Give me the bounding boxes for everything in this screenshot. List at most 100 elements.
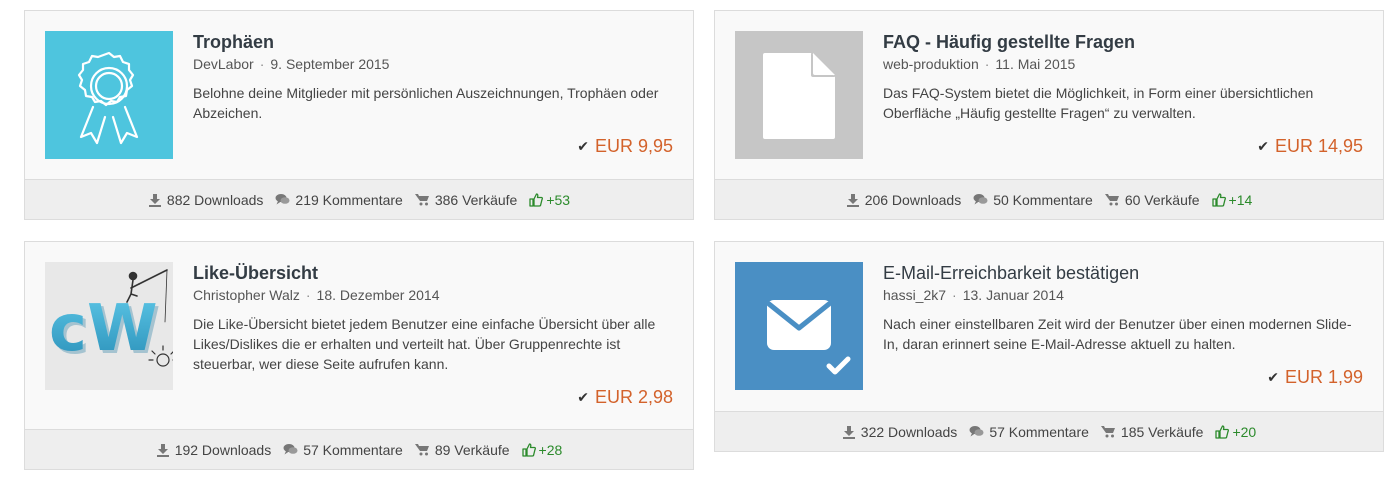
sales-stat: 89 Verkäufe [414, 441, 510, 458]
check-icon: ✔ [1267, 369, 1279, 385]
product-description: Die Like-Übersicht bietet jedem Benutzer… [193, 316, 656, 372]
comments-icon [973, 194, 988, 205]
product-info: FAQ - Häufig gestellte Fragen web-produk… [883, 31, 1363, 123]
price-value: EUR 1,99 [1284, 367, 1363, 387]
product-title[interactable]: Like-Übersicht [193, 262, 673, 284]
product-author[interactable]: DevLabor [193, 56, 254, 72]
product-date: 11. Mai 2015 [995, 56, 1076, 72]
likes-stat: +14 [1211, 191, 1253, 208]
meta-separator: · [305, 287, 311, 303]
thumbs-up-icon [1215, 424, 1230, 439]
envelope-check-icon [766, 300, 851, 375]
thumbs-up-icon [1211, 192, 1226, 207]
shopping-cart-icon [1104, 194, 1119, 206]
shopping-cart-icon [414, 444, 429, 456]
downloads-count: 882 Downloads [166, 191, 264, 208]
product-title[interactable]: E-Mail-Erreichbarkeit bestätigen [883, 262, 1363, 284]
sales-count: 89 Verkäufe [434, 441, 510, 458]
check-icon: ✔ [1257, 138, 1269, 154]
sales-count: 386 Verkäufe [434, 191, 518, 208]
award-ribbon-icon [77, 51, 139, 145]
likes-count: +20 [1232, 423, 1257, 440]
download-icon [148, 193, 161, 207]
downloads-stat: 882 Downloads [148, 191, 264, 208]
product-stats: 192 Downloads 57 Kommentare 89 Verkäufe … [25, 429, 693, 469]
product-thumbnail[interactable] [735, 31, 863, 159]
price-value: EUR 9,95 [594, 136, 673, 156]
product-card: Trophäen DevLabor · 9. September 2015 Belo… [24, 10, 694, 220]
cw-logo-text: cW [49, 292, 158, 366]
sales-stat: 60 Verkäufe [1104, 191, 1200, 208]
product-date: 13. Januar 2014 [962, 287, 1064, 303]
product-info: Like-Übersicht Christopher Walz · 18. Deze… [193, 262, 673, 374]
product-stats: 882 Downloads 219 Kommentare 386 Verkäuf… [25, 179, 693, 219]
comments-count: 219 Kommentare [295, 191, 403, 208]
comments-count: 50 Kommentare [993, 191, 1093, 208]
meta-separator: · [984, 56, 990, 72]
product-description: Das FAQ-System bietet die Möglichkeit, i… [883, 85, 1314, 121]
product-meta: hassi_2k7 · 13. Januar 2014 [883, 285, 1363, 305]
shopping-cart-icon [414, 194, 429, 206]
comments-count: 57 Kommentare [303, 441, 403, 458]
sales-count: 60 Verkäufe [1124, 191, 1200, 208]
product-meta: web-produktion · 11. Mai 2015 [883, 54, 1363, 74]
likes-stat: +53 [529, 192, 570, 208]
product-thumbnail[interactable] [45, 31, 173, 159]
check-icon: ✔ [577, 138, 589, 154]
document-icon [763, 53, 835, 139]
likes-count: +53 [546, 191, 571, 208]
cw-logo: cW cW [49, 269, 173, 369]
product-card: E-Mail-Erreichbarkeit bestätigen hassi_2… [714, 241, 1384, 452]
likes-stat: +20 [1215, 424, 1256, 440]
product-title[interactable]: Trophäen [193, 31, 673, 53]
product-price: ✔ EUR 1,99 [1267, 366, 1363, 388]
product-card: cW cW Like-Übersicht Christopher Walz · 18… [24, 241, 694, 470]
downloads-stat: 206 Downloads [846, 191, 962, 208]
downloads-stat: 322 Downloads [842, 423, 958, 440]
product-stats: 206 Downloads 50 Kommentare 60 Verkäufe … [715, 179, 1383, 219]
product-info: Trophäen DevLabor · 9. September 2015 Belo… [193, 31, 673, 123]
product-meta: DevLabor · 9. September 2015 [193, 54, 673, 74]
comments-icon [275, 194, 290, 205]
product-thumbnail[interactable] [735, 262, 863, 390]
meta-separator: · [259, 56, 265, 72]
price-value: EUR 14,95 [1274, 136, 1363, 156]
product-thumbnail[interactable]: cW cW [45, 262, 173, 390]
product-description: Belohne deine Mitglieder mit persönliche… [193, 85, 659, 121]
shopping-cart-icon [1100, 426, 1115, 438]
product-info: E-Mail-Erreichbarkeit bestätigen hassi_2… [883, 262, 1363, 354]
comments-icon [969, 426, 984, 437]
product-author[interactable]: web-produktion [883, 56, 979, 72]
sales-count: 185 Verkäufe [1120, 423, 1204, 440]
sales-stat: 386 Verkäufe [414, 191, 518, 208]
download-icon [846, 193, 859, 207]
product-title[interactable]: FAQ - Häufig gestellte Fragen [883, 31, 1363, 53]
likes-count: +14 [1228, 191, 1253, 208]
comments-stat: 219 Kommentare [275, 191, 403, 208]
product-date: 9. September 2015 [270, 56, 390, 72]
comments-icon [283, 444, 298, 455]
product-author[interactable]: hassi_2k7 [883, 287, 946, 303]
product-date: 18. Dezember 2014 [316, 287, 440, 303]
comments-stat: 57 Kommentare [283, 442, 403, 458]
downloads-count: 206 Downloads [864, 191, 962, 208]
downloads-stat: 192 Downloads [156, 441, 272, 458]
product-stats: 322 Downloads 57 Kommentare 185 Verkäufe… [715, 411, 1383, 451]
product-price: ✔ EUR 2,98 [577, 386, 673, 408]
comments-count: 57 Kommentare [989, 423, 1089, 440]
check-icon: ✔ [577, 389, 589, 405]
product-description: Nach einer einstellbaren Zeit wird der B… [883, 316, 1352, 352]
sales-stat: 185 Verkäufe [1100, 423, 1204, 440]
product-author[interactable]: Christopher Walz [193, 287, 300, 303]
product-card: FAQ - Häufig gestellte Fragen web-produk… [714, 10, 1384, 220]
thumbs-up-icon [529, 192, 544, 207]
comments-stat: 57 Kommentare [969, 424, 1089, 440]
meta-separator: · [952, 287, 957, 303]
comments-stat: 50 Kommentare [973, 192, 1093, 208]
downloads-count: 192 Downloads [174, 441, 272, 458]
thumbs-up-icon [521, 442, 536, 457]
downloads-count: 322 Downloads [860, 423, 958, 440]
likes-stat: +28 [521, 441, 563, 458]
product-price: ✔ EUR 14,95 [1257, 135, 1363, 157]
likes-count: +28 [538, 441, 563, 458]
